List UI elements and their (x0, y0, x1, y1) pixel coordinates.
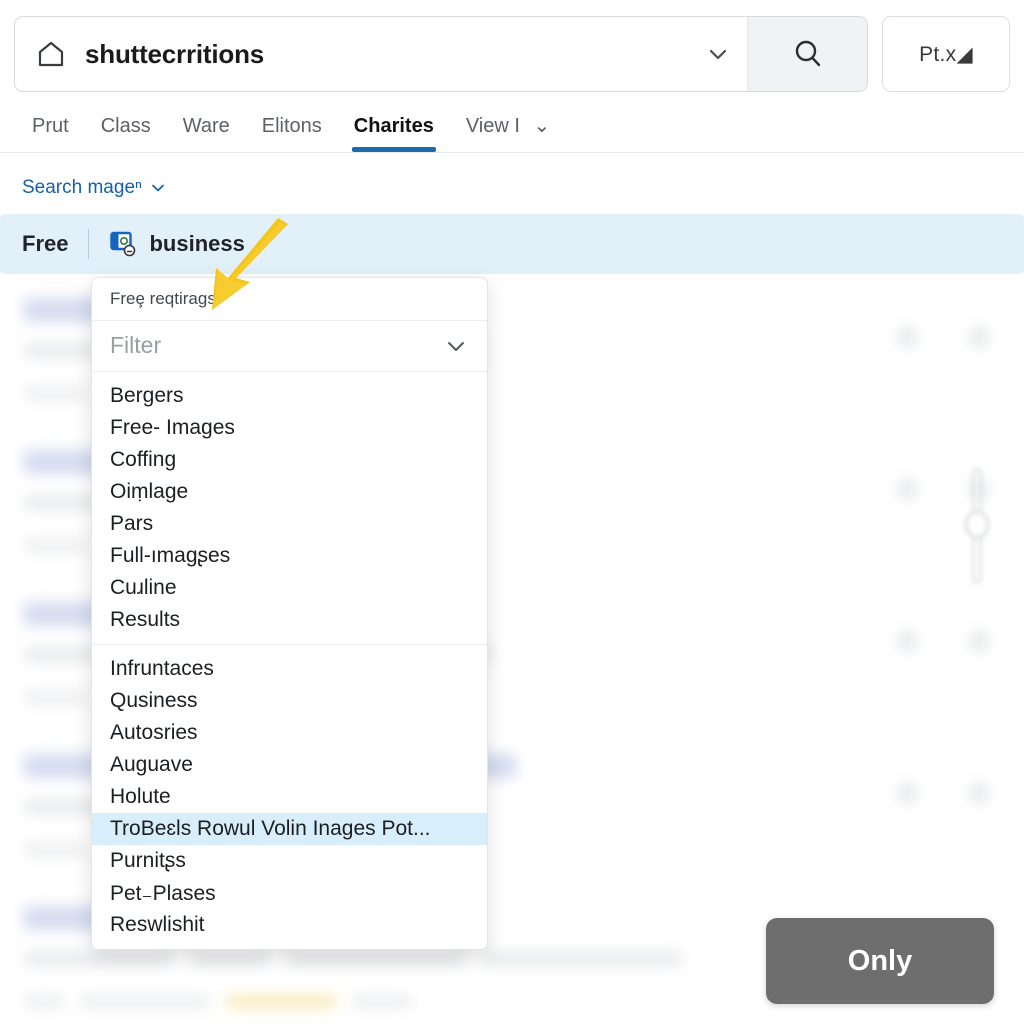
filter-dropdown-panel: Freȩ reqtirags Filter Bergers Free- Imag… (91, 277, 488, 950)
top-search-bar: shuttecrritions Pt.x◢ (0, 0, 1024, 108)
search-mage-link[interactable]: Search mageⁿ (22, 177, 167, 199)
search-icon (795, 40, 820, 67)
option-coffing[interactable]: Coffing (92, 444, 487, 476)
chevron-down-icon: ⌄ (533, 115, 551, 137)
account-button[interactable]: Pt.x◢ (882, 16, 1010, 92)
option-autosries[interactable]: Autosries (92, 717, 487, 749)
chevron-down-icon[interactable] (443, 333, 469, 359)
option-qusiness[interactable]: Qusiness (92, 685, 487, 717)
search-box[interactable]: shuttecrritions (14, 16, 868, 92)
option-group-1: Bergers Free- Images Coffing Oiṃlage Pa… (92, 372, 487, 644)
tab-elitons[interactable]: Elitons (246, 115, 338, 152)
home-icon (35, 38, 67, 70)
divider (88, 229, 90, 259)
option-auguave[interactable]: Auguave (92, 749, 487, 781)
chevron-down-icon (152, 184, 164, 192)
option-trobeals-rowul-volin-inages-pot[interactable]: TroBeɛls Rowul Volin Inages Pot... (92, 813, 487, 845)
tab-view-more[interactable]: View I ⌄ (450, 113, 566, 152)
option-bergers[interactable]: Bergers (92, 380, 487, 412)
filter-input-placeholder[interactable]: Filter (110, 332, 161, 359)
search-input-area[interactable]: shuttecrritions (15, 17, 689, 91)
image-badge-icon (110, 231, 136, 257)
free-filter-label[interactable]: Free (22, 231, 68, 257)
tab-class[interactable]: Class (85, 115, 167, 152)
tab-ware[interactable]: Ware (167, 115, 246, 152)
nav-tabs: Prut Class Ware Elitons Charites View I … (0, 100, 1024, 153)
chevron-down-icon (709, 49, 727, 60)
option-holute[interactable]: Holute (92, 781, 487, 813)
option-reswlishit[interactable]: Reswlishit (92, 909, 487, 941)
tab-charites[interactable]: Charites (338, 115, 450, 152)
tab-view-more-label: View I (465, 115, 520, 137)
option-pars[interactable]: Pars (92, 508, 487, 540)
search-history-dropdown[interactable] (689, 17, 747, 91)
option-purnitss[interactable]: Purnitʂs (92, 845, 487, 877)
option-full-images[interactable]: Full-ımagʂes (92, 540, 487, 572)
option-curline[interactable]: Cuɹline (92, 572, 487, 604)
option-group-2: Infruntaces Qusiness Autosries Auguave H… (92, 644, 487, 949)
tab-prut[interactable]: Prut (16, 115, 85, 152)
option-pet-plases[interactable]: Pet₋Plases (92, 877, 487, 909)
search-query-text[interactable]: shuttecrritions (85, 39, 264, 70)
slider-handle[interactable] (964, 510, 990, 540)
option-free-images[interactable]: Free- Images (92, 412, 487, 444)
app-root: shuttecrritions Pt.x◢ Prut Class Ware El… (0, 0, 1024, 1024)
subnav-row: Search mageⁿ (0, 168, 1024, 208)
panel-filter-field[interactable]: Filter (92, 321, 487, 372)
search-submit-button[interactable] (747, 17, 867, 91)
option-oimlage[interactable]: Oiṃlage (92, 476, 487, 508)
option-results[interactable]: Results (92, 604, 487, 636)
active-filter-bar: Free business (0, 214, 1024, 274)
search-mage-label: Search mageⁿ (22, 177, 142, 198)
pointer-arrow-icon (212, 218, 288, 310)
option-infruntaces[interactable]: Infruntaces (92, 653, 487, 685)
only-button[interactable]: Only (766, 918, 994, 1004)
vertical-slider[interactable] (964, 468, 990, 584)
